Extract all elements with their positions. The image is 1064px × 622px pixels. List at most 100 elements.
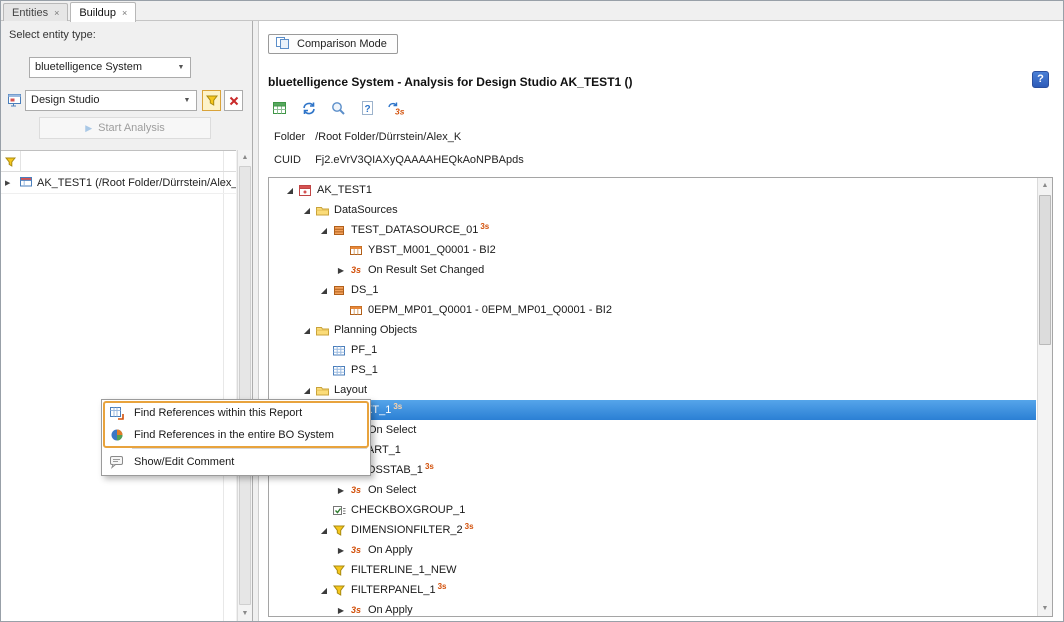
entity-type-dropdown[interactable]: Design Studio ▼ [25,90,197,111]
expand-icon[interactable]: ▶ [5,179,15,187]
comment-icon [109,454,125,470]
start-analysis-label: Start Analysis [98,122,165,134]
export-grid-button[interactable] [270,101,290,119]
expand-icon[interactable]: ▶ [334,266,348,275]
analysis-panel: Comparison Mode bluetelligence System - … [258,21,1063,621]
tree-item-ak-test1[interactable]: ◢ AK_TEST1 [269,180,1036,200]
system-dropdown[interactable]: bluetelligence System ▼ [29,57,191,78]
tree-item-label: AK_TEST1 [317,184,372,196]
seconds-badge: 3s [465,522,474,531]
grid-icon [331,363,347,377]
expand-icon[interactable]: ▶ [334,486,348,495]
tree-item-planning-objects[interactable]: ◢Planning Objects [269,320,1036,340]
left-panel-scrollbar[interactable]: ▲ ▼ [237,150,252,621]
seconds-badge: 3s [393,402,402,411]
filter-icon [331,583,347,597]
tree-item-chart-1[interactable]: CHART_1 [269,440,1036,460]
tab-close-icon[interactable]: × [122,8,127,18]
scroll-down-icon[interactable]: ▼ [1038,601,1052,616]
zoom-icon [330,100,347,120]
menu-item-find-references-within-this-report[interactable]: Find References within this Report [102,402,370,424]
context-menu-items: Find References within this ReportFind R… [102,402,370,473]
refresh-icon [301,100,318,120]
menu-item-show-edit-comment[interactable]: Show/Edit Comment [102,451,370,473]
collapse-icon[interactable]: ◢ [317,286,331,295]
entity-row[interactable]: ▶ AK_TEST1 (/Root Folder/Dürrstein/Alex_… [1,172,236,194]
tree-item-ds-1[interactable]: ◢ DS_1 [269,280,1036,300]
tree-item-text-1[interactable]: ◢ATEXT_13s [269,400,1036,420]
tree-scrollbar[interactable]: ▲ ▼ [1037,178,1052,616]
menu-item-find-references-in-the-entire-bo-system[interactable]: Find References in the entire BO System [102,424,370,446]
grid-filter-cell[interactable] [1,151,21,172]
event-icon: 3s [348,263,364,277]
folder-icon [314,203,330,217]
tree-item-on-select[interactable]: ▶3sOn Select [269,420,1036,440]
collapse-icon[interactable]: ◢ [300,386,314,395]
scrollbar-thumb[interactable] [239,166,251,605]
expand-icon[interactable]: ▶ [334,606,348,615]
entity-icon [19,175,33,191]
refresh-3s-button[interactable]: 3s [386,101,406,119]
zoom-button[interactable] [328,101,348,119]
tree-item-label: DS_1 [351,284,379,296]
tree-item-pf-1[interactable]: PF_1 [269,340,1036,360]
event-icon: 3s [348,603,364,617]
tree-item-layout[interactable]: ◢Layout [269,380,1036,400]
tree-item-on-select[interactable]: ▶3sOn Select [269,480,1036,500]
tab-buildup[interactable]: Buildup× [70,2,136,22]
tree-item-label: DIMENSIONFILTER_2 [351,524,463,536]
tree-item-filterline-1-new[interactable]: FILTERLINE_1_NEW [269,560,1036,580]
page-title: bluetelligence System - Analysis for Des… [268,75,633,89]
collapse-icon[interactable]: ◢ [317,586,331,595]
help-doc-button[interactable]: ? [357,101,377,119]
tree-item-ybst-m001-q0001-bi2[interactable]: YBST_M001_Q0001 - BI2 [269,240,1036,260]
tree-item-label: PF_1 [351,344,377,356]
filter-icon [331,563,347,577]
collapse-icon[interactable]: ◢ [317,526,331,535]
tree-item-datasources[interactable]: ◢DataSources [269,200,1036,220]
tree-item-on-apply[interactable]: ▶3sOn Apply [269,600,1036,617]
clear-filter-button[interactable] [224,90,243,111]
tree-item-filterpanel-1[interactable]: ◢FILTERPANEL_13s [269,580,1036,600]
tree-item-checkboxgroup-1[interactable]: CHECKBOXGROUP_1 [269,500,1036,520]
tree-item-label: On Select [368,424,416,436]
help-button[interactable]: ? [1032,71,1049,88]
context-menu: Find References within this ReportFind R… [101,399,371,476]
tab-label: Entities [12,7,48,19]
tree-item-test-datasource-01[interactable]: ◢TEST_DATASOURCE_013s [269,220,1036,240]
comparison-mode-label: Comparison Mode [297,38,387,50]
start-analysis-button[interactable]: ▶Start Analysis [39,117,211,139]
tree-item-ps-1[interactable]: PS_1 [269,360,1036,380]
collapse-icon[interactable]: ◢ [300,206,314,215]
svg-text:3s: 3s [395,107,405,117]
menu-item-label: Show/Edit Comment [134,456,234,468]
tab-close-icon[interactable]: × [54,8,59,18]
filter-funnel-icon [205,94,219,107]
expand-icon[interactable]: ▶ [334,546,348,555]
comparison-mode-button[interactable]: Comparison Mode [268,34,398,54]
collapse-icon[interactable]: ◢ [317,226,331,235]
scroll-up-icon[interactable]: ▲ [1038,178,1052,193]
collapse-icon[interactable]: ◢ [300,326,314,335]
refresh-button[interactable] [299,101,319,119]
folder-value: /Root Folder/Dürrstein/Alex_K [315,131,461,143]
tree-item-crosstab-1[interactable]: ◢CROSSTAB_13s [269,460,1036,480]
select-entity-type-label: Select entity type: [9,29,96,41]
tree-item-on-apply[interactable]: ▶3sOn Apply [269,540,1036,560]
tree-item-dimensionfilter-2[interactable]: ◢ DIMENSIONFILTER_23s [269,520,1036,540]
tree-item-0epm-mp01-q0001-0epm-mp01-q0001-bi2[interactable]: 0EPM_MP01_Q0001 - 0EPM_MP01_Q0001 - BI2 [269,300,1036,320]
scroll-up-icon[interactable]: ▲ [238,150,252,165]
tree-item-on-result-set-changed[interactable]: ▶3sOn Result Set Changed [269,260,1036,280]
find-references-report-icon [109,405,125,421]
filter-funnel-button[interactable] [202,90,221,111]
collapse-icon[interactable]: ◢ [283,186,297,195]
scrollbar-thumb[interactable] [1039,195,1051,345]
tab-entities[interactable]: Entities × [3,3,68,21]
datasource-icon [331,283,347,297]
design-studio-icon [7,93,23,108]
filter-icon [331,523,347,537]
find-references-system-icon [109,427,125,443]
scroll-down-icon[interactable]: ▼ [238,606,252,621]
chevron-down-icon: ▼ [180,91,194,110]
menu-separator [132,448,367,449]
